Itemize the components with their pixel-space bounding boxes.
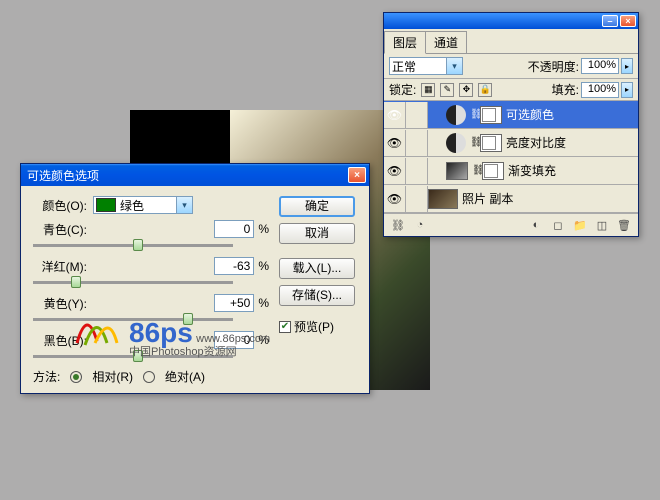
percent-symbol: % [258,333,269,347]
black-label: 黑色(B): [33,332,93,349]
save-button[interactable]: 存储(S)... [279,285,355,306]
panel-tabs: 图层 通道 [384,29,638,54]
method-relative-label: 相对(R) [92,368,133,385]
cyan-input[interactable] [214,220,254,238]
mask-thumb[interactable] [480,134,502,152]
layer-name: 可选颜色 [506,106,554,123]
color-swatch [96,198,116,212]
color-value: 绿色 [120,197,144,214]
new-layer-icon[interactable]: ◫ [594,217,610,233]
preview-label: 预览(P) [294,318,334,335]
style-icon[interactable]: ◔ [412,217,428,233]
link-column[interactable] [406,186,428,212]
preview-checkbox[interactable]: ✔ [279,321,291,333]
chain-icon: ⛓ [470,109,480,120]
lock-paint-icon[interactable]: ✎ [440,83,454,97]
dropdown-arrow-icon: ▾ [176,197,192,213]
percent-symbol: % [258,222,269,236]
tab-channels[interactable]: 通道 [425,31,467,53]
link-column[interactable] [406,102,428,128]
trash-icon[interactable]: 🗑 [616,217,632,233]
fill-label: 填充: [552,81,579,98]
yellow-slider[interactable] [33,318,233,321]
panel-titlebar[interactable]: – × [384,13,638,29]
layer-name: 亮度对比度 [506,134,566,151]
layer-row-photo-copy[interactable]: 👁 照片 副本 [384,185,638,213]
method-absolute-label: 绝对(A) [165,368,205,385]
visibility-toggle[interactable]: 👁 [384,102,406,128]
folder-icon[interactable]: 📁 [572,217,588,233]
opacity-flyout-icon[interactable]: ▸ [621,58,633,74]
lock-position-icon[interactable]: ✥ [459,83,473,97]
close-button[interactable]: × [620,15,636,27]
magenta-input[interactable] [214,257,254,275]
black-input[interactable] [214,331,254,349]
dropdown-arrow-icon: ▾ [446,58,462,74]
panel-bottom-toolbar: ⛓ ◔ ◐ ◻ 📁 ◫ 🗑 [384,213,638,236]
layers-panel: – × 图层 通道 正常 ▾ 不透明度: 100% ▸ 锁定: ▦ ✎ ✥ 🔒 … [383,12,639,237]
lock-transparent-icon[interactable]: ▦ [421,83,435,97]
adjustment-icon [446,133,466,153]
dialog-titlebar[interactable]: 可选颜色选项 × [21,164,369,186]
link-icon[interactable]: ⛓ [390,217,406,233]
cyan-slider[interactable] [33,244,233,247]
gradient-thumb [446,162,468,180]
layer-row-selective-color[interactable]: 👁 ⛓ 可选颜色 [384,101,638,129]
image-thumb [428,189,458,209]
opacity-label: 不透明度: [528,58,579,75]
chain-icon: ⛓ [470,137,480,148]
close-button[interactable]: × [348,167,366,183]
blend-mode-select[interactable]: 正常 ▾ [389,57,463,75]
fill-flyout-icon[interactable]: ▸ [621,82,633,98]
adjustment-layer-icon[interactable]: ◐ [528,217,544,233]
color-select[interactable]: 绿色 ▾ [93,196,193,214]
percent-symbol: % [258,296,269,310]
method-absolute-radio[interactable] [143,371,155,383]
layers-list: 👁 ⛓ 可选颜色 👁 ⛓ 亮度对比度 👁 ⛓ 渐变填充 � [384,101,638,213]
yellow-input[interactable] [214,294,254,312]
cancel-button[interactable]: 取消 [279,223,355,244]
visibility-toggle[interactable]: 👁 [384,130,406,156]
link-column[interactable] [406,130,428,156]
black-slider[interactable] [33,355,233,358]
cyan-label: 青色(C): [33,221,93,238]
opacity-input[interactable]: 100% [581,58,619,74]
layer-row-brightness[interactable]: 👁 ⛓ 亮度对比度 [384,129,638,157]
minimize-button[interactable]: – [602,15,618,27]
selective-color-dialog: 可选颜色选项 × 颜色(O): 绿色 ▾ 青色(C): [20,163,370,394]
visibility-toggle[interactable]: 👁 [384,186,406,212]
layer-name: 渐变填充 [508,162,556,179]
adjustment-icon [446,105,466,125]
lock-all-icon[interactable]: 🔒 [478,83,492,97]
color-label: 颜色(O): [33,197,93,214]
layer-name: 照片 副本 [462,190,513,207]
blend-mode-value: 正常 [392,58,416,75]
load-button[interactable]: 载入(L)... [279,258,355,279]
lock-row: 锁定: ▦ ✎ ✥ 🔒 填充: 100% ▸ [384,79,638,101]
mask-thumb[interactable] [480,106,502,124]
chain-icon: ⛓ [472,165,482,176]
ok-button[interactable]: 确定 [279,196,355,217]
visibility-toggle[interactable]: 👁 [384,158,406,184]
method-relative-radio[interactable] [70,371,82,383]
lock-label: 锁定: [389,81,416,98]
magenta-slider[interactable] [33,281,233,284]
yellow-label: 黄色(Y): [33,295,93,312]
mask-icon[interactable]: ◻ [550,217,566,233]
tab-layers[interactable]: 图层 [384,31,426,54]
method-label: 方法: [33,368,60,385]
dialog-title: 可选颜色选项 [27,167,348,184]
panel-options-row: 正常 ▾ 不透明度: 100% ▸ [384,54,638,79]
link-column[interactable] [406,158,428,184]
mask-thumb[interactable] [482,162,504,180]
layer-row-gradient[interactable]: 👁 ⛓ 渐变填充 [384,157,638,185]
percent-symbol: % [258,259,269,273]
fill-input[interactable]: 100% [581,82,619,98]
magenta-label: 洋红(M): [33,258,93,275]
